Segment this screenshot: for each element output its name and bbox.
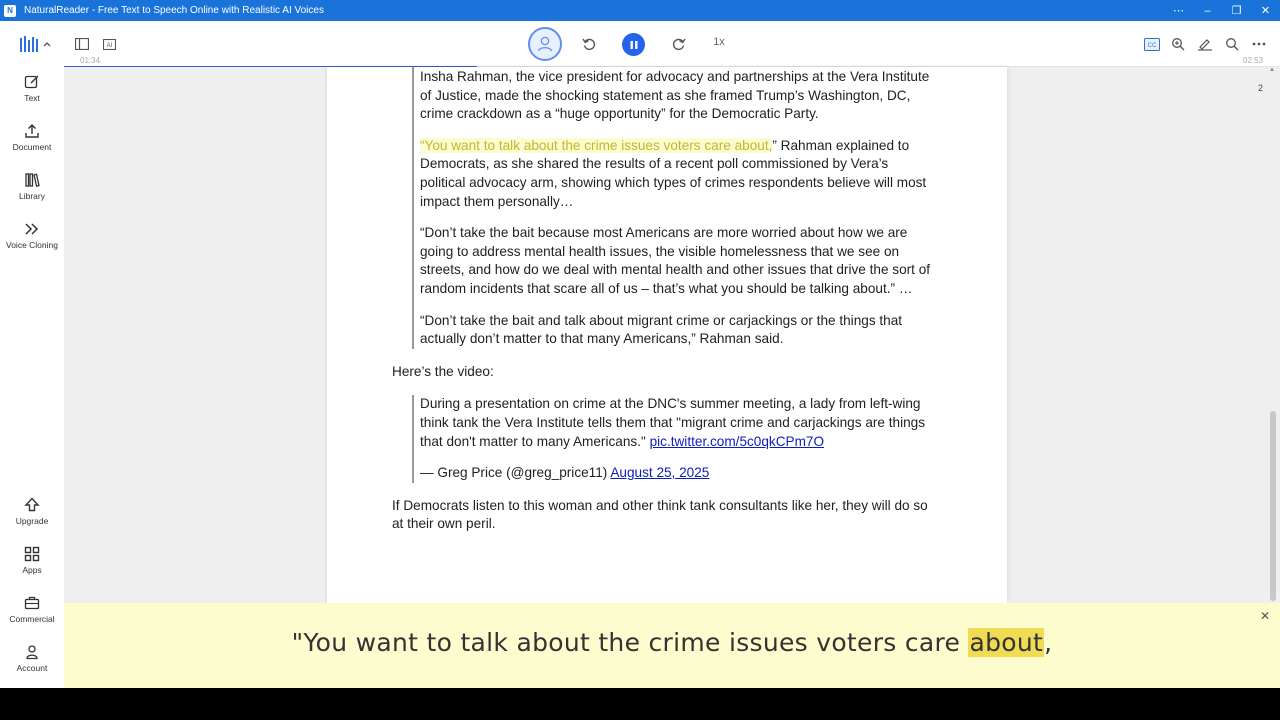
sidebar-item-label: Upgrade [15,516,49,526]
voice-cloning-icon [25,223,39,235]
paragraph[interactable]: “You want to talk about the crime issues… [420,137,937,211]
blockquote: Insha Rahman, the vice president for adv… [412,67,937,349]
svg-text:CC: CC [1148,43,1157,49]
apps-icon [24,546,40,562]
voice-selector-button[interactable] [528,27,562,61]
sidebar-item-commercial[interactable]: Commercial [0,595,64,637]
live-caption-panel: "You want to talk about the crime issues… [64,603,1280,688]
tweet-media-link[interactable]: pic.twitter.com/5c0qkCPm7O [650,434,825,449]
sidebar-item-text[interactable]: Text [0,74,64,116]
app-icon: N [4,4,16,17]
sidebar-item-account[interactable]: Account [0,644,64,686]
close-window-icon[interactable]: ✕ [1251,0,1280,21]
minimize-icon[interactable]: – [1193,0,1222,21]
speed-selector[interactable]: 1x [706,36,732,48]
total-time: 02:53 [1243,56,1264,65]
taskbar-area [0,688,1280,720]
article-body: Insha Rahman, the vice president for adv… [392,67,937,548]
document-page: Insha Rahman, the vice president for adv… [327,67,1007,603]
title-bar: N NaturalReader - Free Text to Speech On… [0,0,1280,21]
tweet-author: — Greg Price (@greg_price11) [420,465,608,481]
tweet-attribution: — Greg Price (@greg_price11) August 25, … [420,464,937,483]
sidebar-item-label: Library [19,191,45,201]
upgrade-icon [24,497,40,512]
sidebar-item-label: Text [24,93,40,103]
reading-highlight: “You want to talk about the crime issues… [420,137,773,153]
caption-before: "You want to talk about the crime issues… [291,628,969,657]
edit-icon [24,75,39,89]
tweet-embed: During a presentation on crime at the DN… [412,395,937,483]
captions-icon[interactable]: CC [1141,33,1163,55]
highlighter-icon[interactable] [1194,33,1216,55]
close-caption-icon[interactable]: ✕ [1260,609,1270,623]
forward-icon[interactable] [668,33,690,55]
voice-avatar-icon [537,36,553,52]
pause-button[interactable] [622,33,645,56]
paragraph[interactable]: If Democrats listen to this woman and ot… [392,497,937,534]
rewind-icon[interactable] [578,33,600,55]
player-toolbar: AI 01:34 02:53 1x CC [0,21,1280,68]
pause-icon [630,40,637,49]
ai-icon[interactable]: AI [98,33,120,55]
tweet-text[interactable]: During a presentation on crime at the DN… [420,395,937,451]
sidebar-item-label: Commercial [9,614,55,624]
svg-text:AI: AI [106,43,112,49]
library-icon [25,173,40,188]
sidebar-item-label: Apps [22,565,42,575]
scroll-up-arrow[interactable]: ▲ [1269,67,1275,73]
sidebar-item-apps[interactable]: Apps [0,546,64,588]
sidebar-toggle-icon[interactable] [71,33,93,55]
sidebar-item-label: Voice Cloning [6,240,58,250]
logo-icon [20,36,51,52]
sidebar-item-document[interactable]: Document [0,123,64,165]
paragraph[interactable]: Insha Rahman, the vice president for adv… [420,68,937,124]
paragraph[interactable]: “Don’t take the bait because most Americ… [420,224,937,298]
caption-after: , [1044,628,1053,657]
sidebar-item-library[interactable]: Library [0,172,64,214]
sidebar-item-upgrade[interactable]: Upgrade [0,497,64,539]
naturalreader-logo[interactable] [20,33,52,55]
account-icon [26,645,38,660]
more-options-icon[interactable]: ⋯ [1164,0,1193,21]
page-number: 2 [1258,83,1264,93]
sidebar-item-voice-cloning[interactable]: Voice Cloning [0,221,64,263]
upload-icon [25,124,39,138]
app-window: N NaturalReader - Free Text to Speech On… [0,0,1280,720]
restore-icon[interactable]: ❐ [1222,0,1251,21]
search-icon[interactable] [1221,33,1243,55]
paragraph[interactable]: Here’s the video: [392,363,937,382]
caption-current-word: about [968,628,1045,657]
document-viewer[interactable]: Insha Rahman, the vice president for adv… [64,67,1280,603]
paragraph[interactable]: “Don’t take the bait and talk about migr… [420,312,937,349]
window-controls: ⋯ – ❐ ✕ [1164,0,1280,21]
elapsed-time: 01:34 [80,56,101,65]
zoom-in-icon[interactable] [1167,33,1189,55]
tweet-date-link[interactable]: August 25, 2025 [610,465,709,480]
sidebar-item-label: Document [12,142,52,152]
briefcase-icon [24,596,40,610]
window-title: NaturalReader - Free Text to Speech Onli… [24,5,324,16]
left-sidebar: Text Document Library Voice Cloning Upgr… [0,67,64,688]
scrollbar-thumb[interactable] [1270,411,1276,601]
sidebar-item-label: Account [16,663,48,673]
more-menu-icon[interactable] [1248,33,1270,55]
caption-text: "You want to talk about the crime issues… [64,628,1280,657]
